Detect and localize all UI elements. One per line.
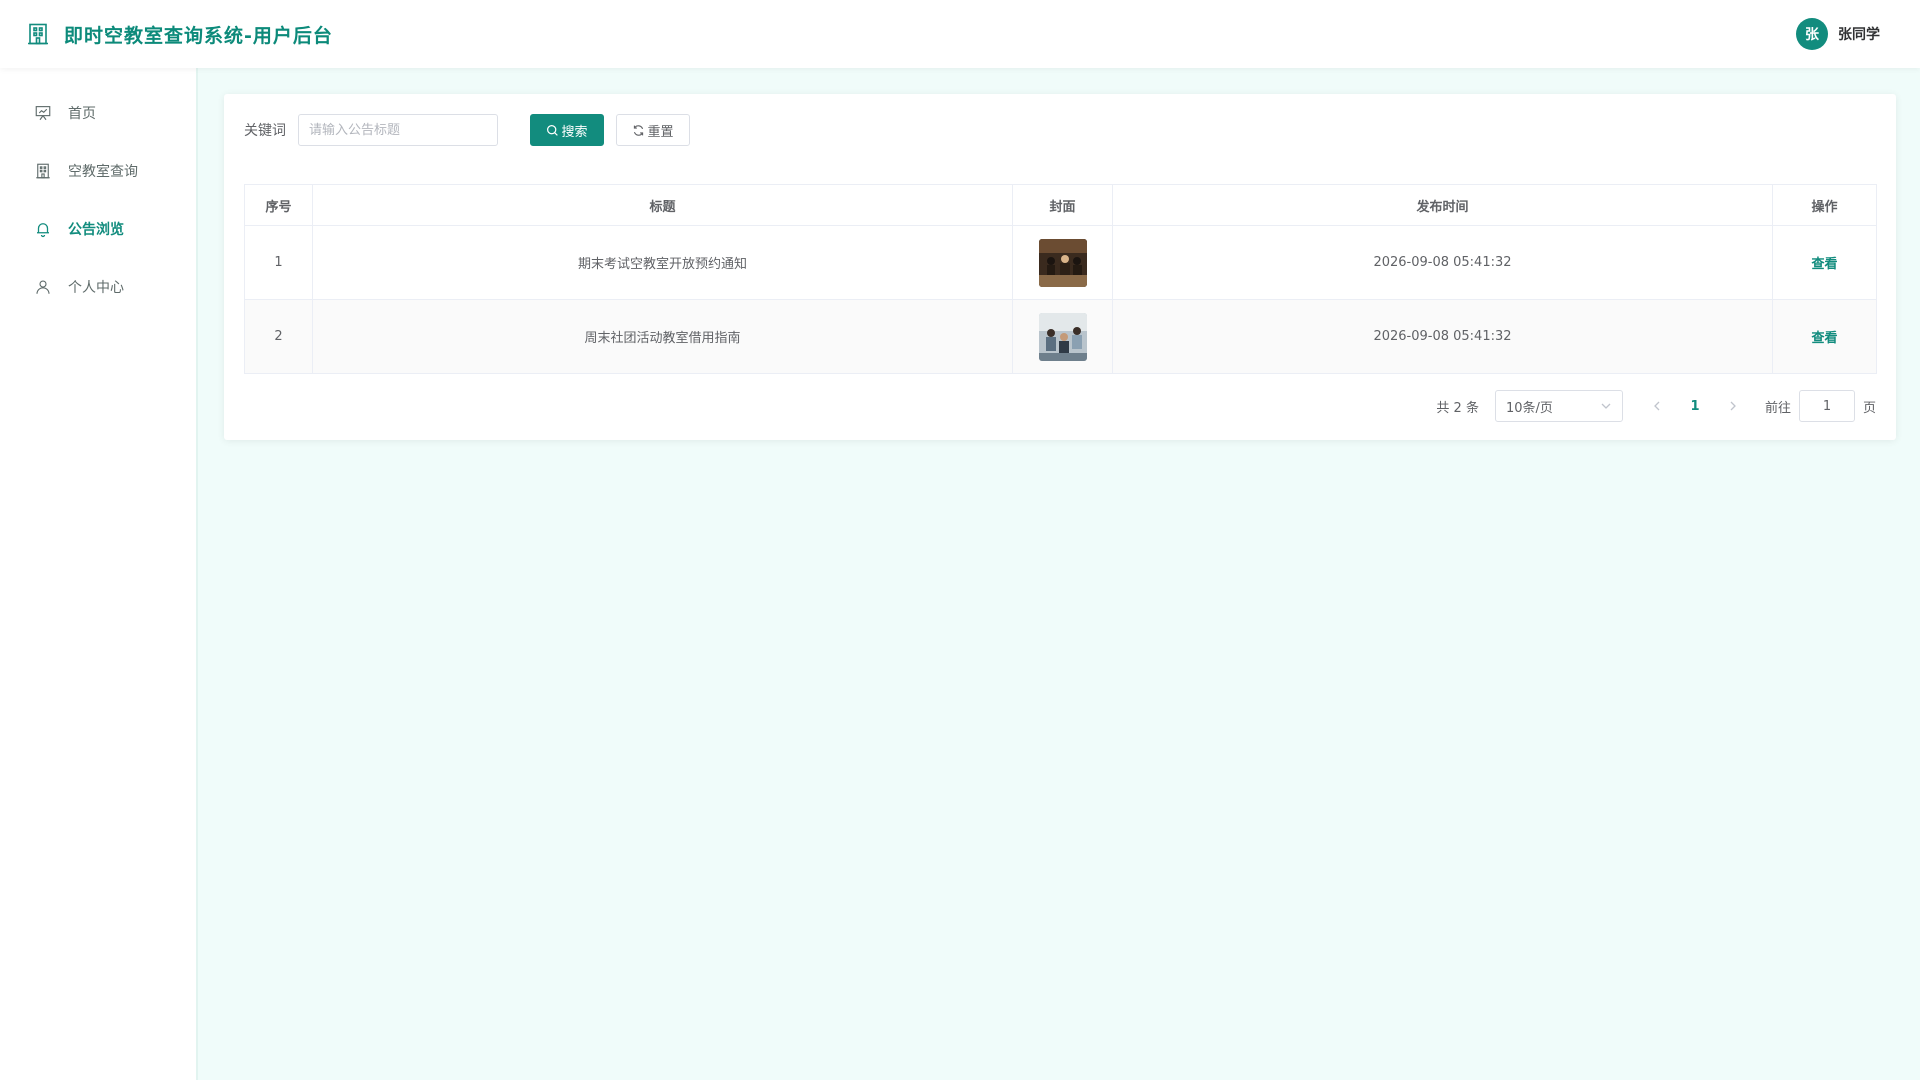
row-index: 2: [244, 299, 313, 374]
table-row: 2 周末社团活动教室借用指南 2026-09-08 05:41:32 查看: [244, 299, 1877, 374]
refresh-icon: [634, 124, 644, 136]
user-icon: [36, 280, 50, 294]
sidebar-item-classroom-query[interactable]: 空教室查询: [0, 142, 196, 200]
pagination: 共 2 条 10条/页 1 前往 页: [1436, 390, 1876, 422]
sidebar-item-home[interactable]: 首页: [0, 84, 196, 142]
goto-page-input[interactable]: [1798, 390, 1855, 422]
page-size-select[interactable]: 10条/页: [1494, 390, 1623, 422]
cover-cell: [1012, 225, 1113, 300]
total-count: 共 2 条: [1436, 400, 1479, 416]
top-header: 即时空教室查询系统-用户后台 张 张同学: [0, 0, 1920, 68]
search-icon: [547, 124, 559, 136]
reset-button-label: 重置: [647, 124, 674, 140]
column-header-index: 序号: [244, 184, 313, 226]
goto-label: 前往: [1764, 400, 1791, 416]
column-header-title: 标题: [312, 184, 1013, 226]
cover-thumbnail[interactable]: [1038, 238, 1087, 287]
search-button[interactable]: 搜索: [530, 114, 604, 146]
row-title: 期末考试空教室开放预约通知: [312, 225, 1013, 300]
next-page-button[interactable]: [1723, 396, 1743, 416]
presentation-icon: [35, 106, 51, 121]
chevron-left-icon: [1654, 401, 1660, 411]
search-button-label: 搜索: [561, 124, 588, 140]
table-header-row: 序号 标题 封面 发布时间 操作: [244, 184, 1877, 226]
cover-thumbnail[interactable]: [1038, 312, 1087, 361]
sidebar-item-profile[interactable]: 个人中心: [0, 258, 196, 316]
sidebar: 首页 空教室查询 公告浏览 个人中心: [0, 68, 198, 1080]
page-number-current[interactable]: 1: [1679, 399, 1711, 414]
view-link[interactable]: 查看: [1811, 331, 1837, 346]
search-bar: 关键词 搜索 重置: [244, 114, 1876, 146]
username[interactable]: 张同学: [1838, 24, 1880, 44]
table-row: 1 期末考试空教室开放预约通知 2026-09-08 05:41:32 查看: [244, 225, 1877, 300]
row-published: 2026-09-08 05:41:32: [1112, 299, 1773, 374]
keyword-label: 关键词: [244, 123, 286, 139]
reset-button[interactable]: 重置: [616, 114, 690, 146]
page-unit-label: 页: [1862, 400, 1876, 416]
column-header-published: 发布时间: [1112, 184, 1773, 226]
column-header-action: 操作: [1772, 184, 1877, 226]
avatar[interactable]: 张: [1796, 18, 1828, 50]
page-size-value: 10条/页: [1505, 400, 1553, 416]
sidebar-item-label: 个人中心: [68, 280, 124, 296]
sidebar-item-announcements[interactable]: 公告浏览: [0, 200, 196, 258]
keyword-input[interactable]: [298, 114, 498, 146]
cover-cell: [1012, 299, 1113, 374]
announcement-table: 序号 标题 封面 发布时间 操作 1 期末考试空教室开放预约通知 2026-09…: [244, 184, 1877, 374]
building-icon: [28, 23, 48, 45]
chevron-right-icon: [1730, 401, 1736, 411]
prev-page-button[interactable]: [1647, 396, 1667, 416]
sidebar-item-label: 公告浏览: [68, 222, 124, 238]
building-icon: [36, 163, 50, 179]
brand: 即时空教室查询系统-用户后台: [26, 21, 333, 48]
sidebar-item-label: 首页: [68, 106, 96, 122]
action-cell: 查看: [1772, 225, 1877, 300]
column-header-cover: 封面: [1012, 184, 1113, 226]
row-published: 2026-09-08 05:41:32: [1112, 225, 1773, 300]
sidebar-item-label: 空教室查询: [68, 164, 138, 180]
row-index: 1: [244, 225, 313, 300]
action-cell: 查看: [1772, 299, 1877, 374]
app-title: 即时空教室查询系统-用户后台: [64, 24, 333, 47]
announcement-panel: 关键词 搜索 重置 序号 标题 封面 发布时间 操作: [224, 94, 1896, 440]
view-link[interactable]: 查看: [1811, 257, 1837, 272]
bell-icon: [37, 223, 49, 238]
user-menu[interactable]: 张 张同学: [1796, 18, 1880, 50]
chevron-down-icon: [1601, 403, 1611, 409]
row-title: 周末社团活动教室借用指南: [312, 299, 1013, 374]
